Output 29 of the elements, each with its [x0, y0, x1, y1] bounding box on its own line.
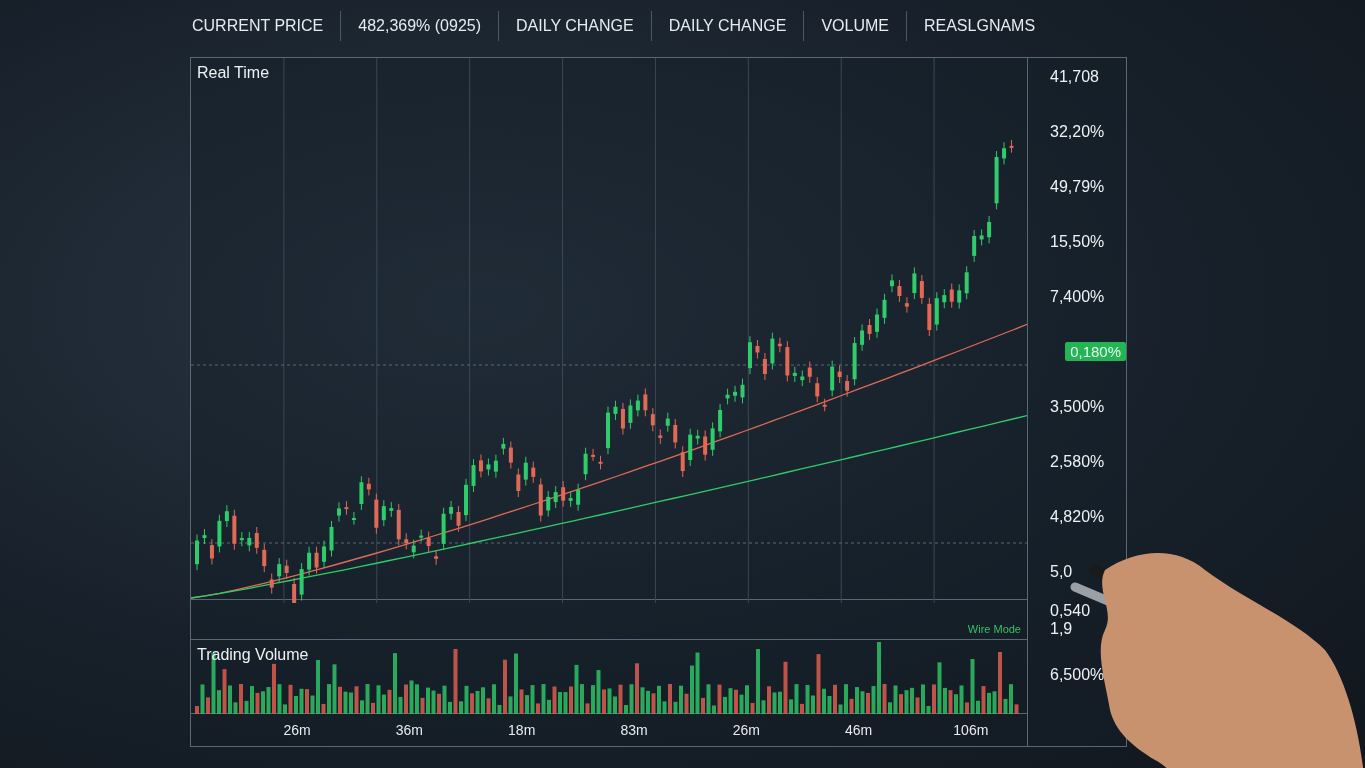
price-badge: 0,180% [1065, 342, 1126, 362]
header-label: 482,369% (0925) [340, 11, 499, 41]
time-label: 26m [283, 722, 311, 739]
time-label: 106m [953, 722, 989, 739]
axis-label: 5,0 [1050, 562, 1074, 581]
axis-label: 7,400% [1050, 287, 1106, 306]
time-label: 46m [844, 722, 873, 739]
header-label: CURRENT PRICE [191, 16, 325, 36]
axis-label: 49,79% [1050, 177, 1106, 196]
mode-label: Wire Mode [967, 622, 1021, 635]
axis-label: 1,9 [1050, 620, 1074, 638]
axis-label: 6,500% [1050, 666, 1105, 684]
time-label: 18m [508, 722, 536, 739]
axis-label: 32,20% [1050, 122, 1106, 141]
axis-label: 4,820% [1050, 508, 1106, 526]
axis-label: 0,540 [1050, 602, 1092, 620]
header-label: DAILY CHANGE [650, 11, 804, 41]
axis-label: 3,500% [1050, 398, 1106, 417]
header-label: VOLUME [803, 11, 906, 41]
volume-title: Trading Volume [197, 645, 309, 664]
chart-title: Real Time [197, 64, 270, 82]
header-label: REASLGNAMS [905, 11, 1053, 41]
axis-label: 15,50% [1050, 232, 1106, 251]
time-label: 26m [732, 722, 760, 739]
time-label: 36m [395, 722, 424, 739]
axis-label: 41,708 [1050, 68, 1100, 86]
header-label: DAILY CHANGE [498, 11, 651, 41]
axis-label: 2,580% [1050, 453, 1106, 472]
time-label: 83m [620, 722, 648, 739]
